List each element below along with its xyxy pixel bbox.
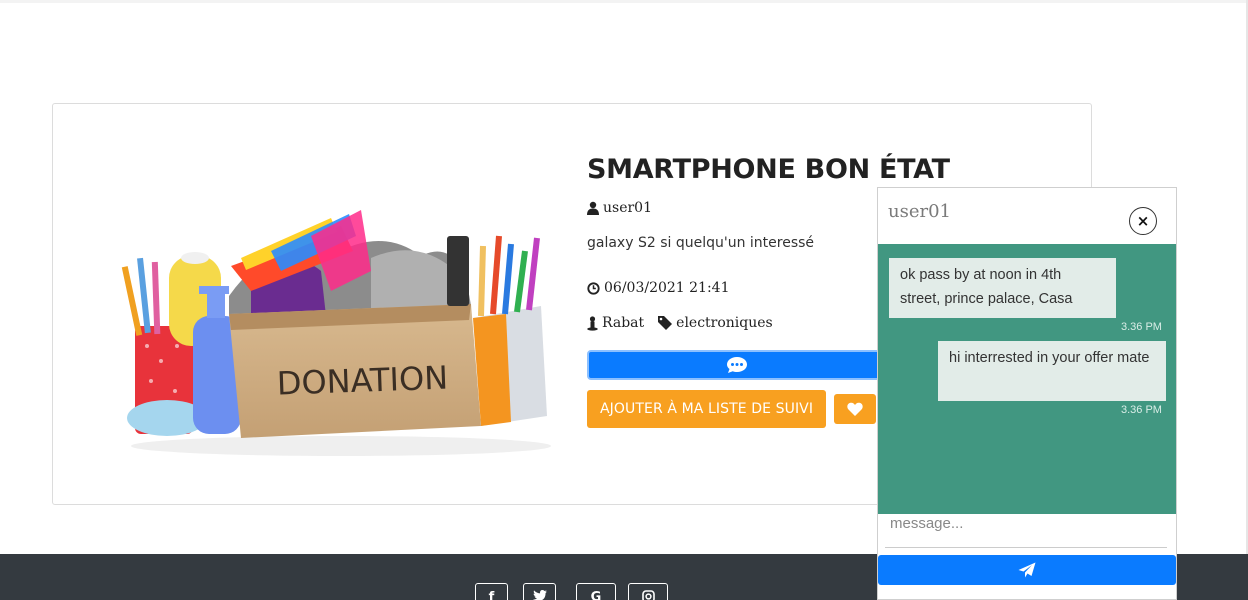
instagram-icon[interactable] — [628, 583, 668, 600]
chat-message-input[interactable] — [885, 515, 1167, 548]
message-time: 3.36 PM — [1121, 404, 1162, 416]
product-description: galaxy S2 si quelqu'un interessé — [587, 235, 815, 251]
add-to-watchlist-button[interactable]: AJOUTER À MA LISTE DE SUIVI — [587, 390, 827, 428]
message-sent: hi interrested in your offer mate — [938, 341, 1166, 401]
chat-username: user01 — [888, 201, 951, 222]
date-line: 06/03/2021 21:41 — [587, 280, 730, 296]
product-title: SMARTPHONE BON ÉTAT — [587, 154, 950, 185]
author-name[interactable]: user01 — [603, 200, 652, 216]
message-time: 3.36 PM — [1121, 321, 1162, 333]
chat-bubble-icon — [727, 357, 747, 373]
post-datetime: 06/03/2021 21:41 — [604, 280, 730, 296]
tag-icon — [658, 316, 673, 330]
chat-window: user01 × ok pass by at noon in 4th stree… — [877, 187, 1177, 600]
author-line: user01 — [587, 200, 652, 216]
google-icon[interactable]: G — [576, 583, 616, 600]
paper-plane-icon — [1018, 562, 1036, 578]
map-marker-icon — [587, 315, 598, 331]
send-message-button[interactable] — [878, 555, 1176, 585]
heart-icon — [847, 402, 863, 416]
city: Rabat — [602, 315, 645, 331]
top-border — [0, 0, 1248, 3]
box-label: DONATION — [276, 359, 449, 403]
location-category-line: Rabat electroniques — [587, 315, 773, 331]
message-received: ok pass by at noon in 4th street, prince… — [889, 258, 1116, 318]
message-seller-button[interactable] — [587, 350, 887, 380]
twitter-icon[interactable] — [523, 583, 556, 600]
close-chat-button[interactable]: × — [1129, 207, 1157, 235]
chat-messages[interactable]: ok pass by at noon in 4th street, prince… — [878, 244, 1176, 514]
product-image: DONATION — [121, 210, 551, 456]
user-icon — [587, 201, 599, 215]
facebook-icon[interactable]: f — [475, 583, 508, 600]
category[interactable]: electroniques — [676, 315, 773, 331]
clock-icon — [587, 281, 600, 295]
favorite-button[interactable] — [834, 394, 876, 424]
